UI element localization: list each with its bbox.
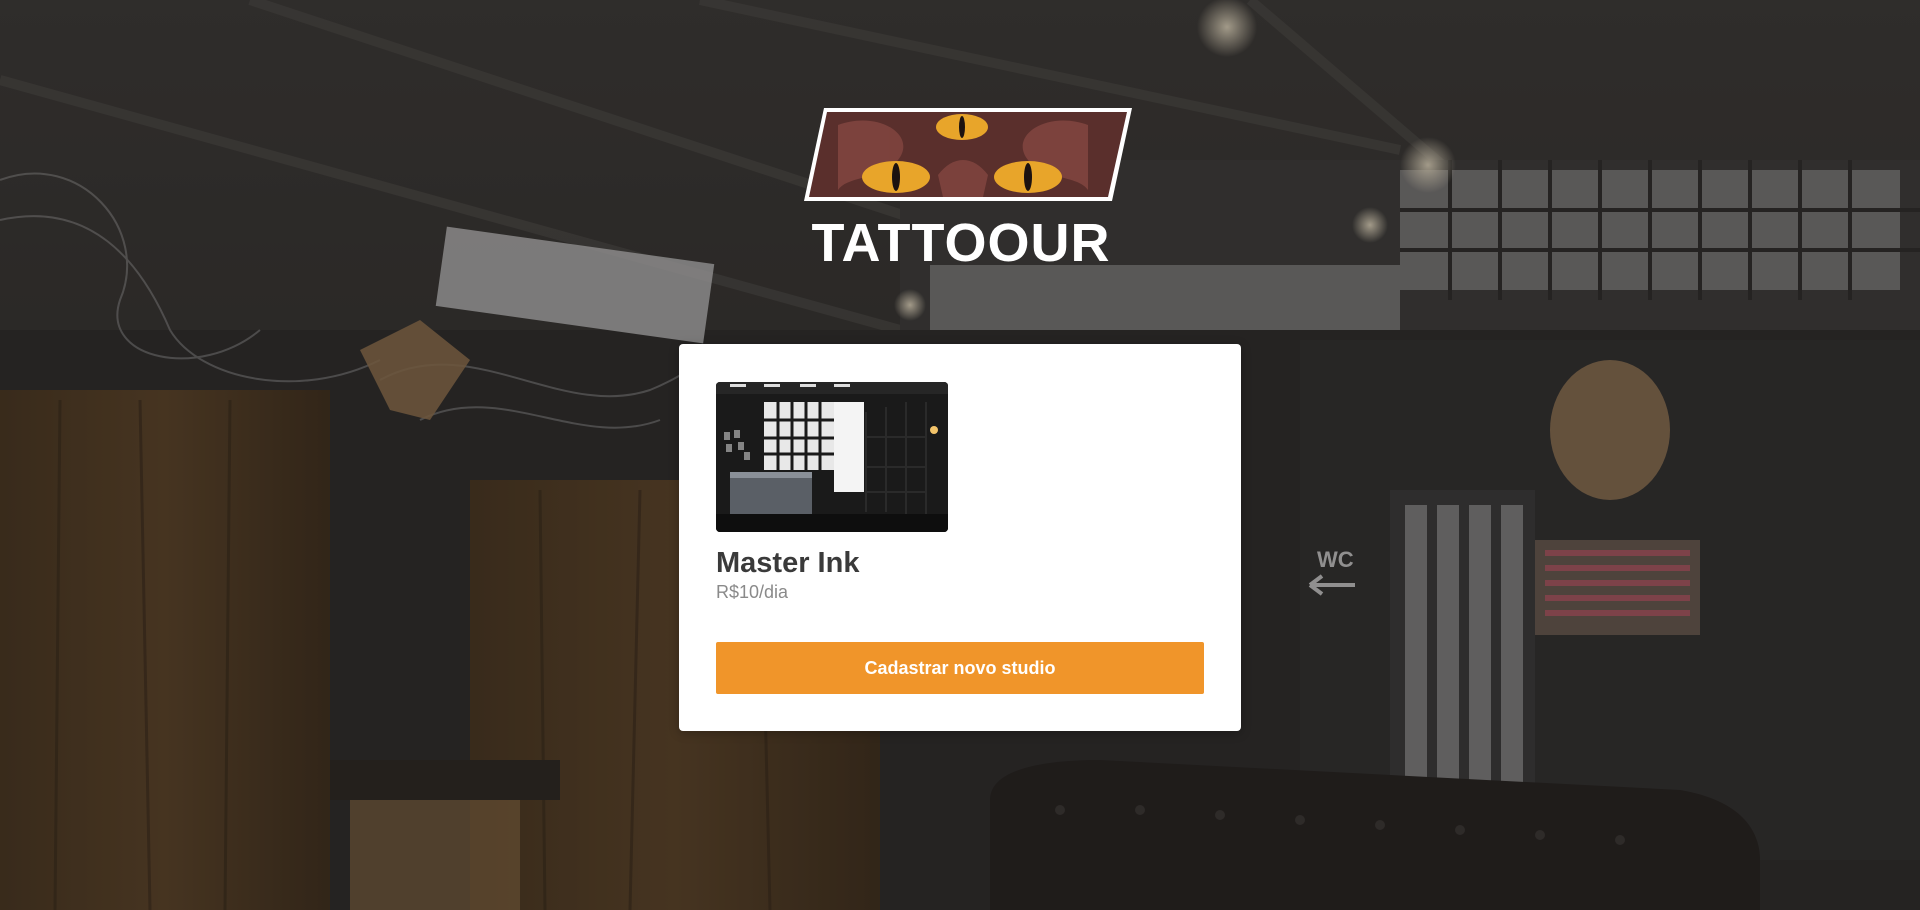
studio-photo[interactable] — [716, 382, 948, 532]
brand-name: TATTOOUR — [811, 213, 1111, 273]
register-studio-button[interactable]: Cadastrar novo studio — [716, 642, 1204, 694]
three-eyed-cat-icon — [788, 105, 1134, 205]
studios-card: Master Ink R$10/dia Cadastrar novo studi… — [679, 344, 1241, 731]
studio-name: Master Ink — [716, 547, 860, 579]
studio-card-item[interactable]: Master Ink R$10/dia — [716, 382, 956, 603]
studio-price: R$10/dia — [716, 582, 789, 602]
brand-logo[interactable]: TATTOOUR — [788, 105, 1134, 275]
